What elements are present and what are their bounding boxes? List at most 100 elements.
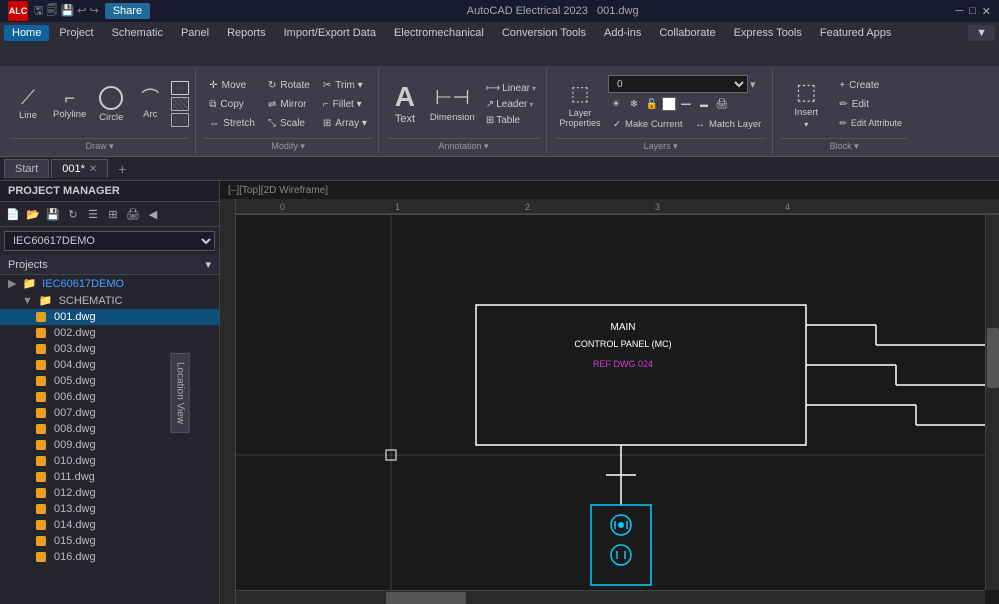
menu-item-featured[interactable]: Featured Apps bbox=[812, 25, 900, 41]
rotate-button[interactable]: ↻ Rotate bbox=[263, 76, 315, 94]
menu-item-project[interactable]: Project bbox=[51, 25, 101, 41]
dimension-icon: ⊢⊣ bbox=[435, 85, 470, 110]
menu-item-express[interactable]: Express Tools bbox=[726, 25, 810, 41]
fillet-button[interactable]: ⌐ Fillet ▾ bbox=[318, 95, 372, 113]
edit-icon: ✏ bbox=[839, 99, 847, 110]
project-manager-title: PROJECT MANAGER bbox=[0, 181, 219, 202]
layer-color-icon[interactable] bbox=[662, 97, 676, 111]
menu-item-collaborate[interactable]: Collaborate bbox=[651, 25, 723, 41]
tree-item-SCHEMATIC[interactable]: ▼📁SCHEMATIC bbox=[0, 292, 219, 309]
edit-attribute-button[interactable]: ✏ Edit Attribute bbox=[834, 114, 907, 132]
menu-item-import-export[interactable]: Import/Export Data bbox=[276, 25, 384, 41]
location-view-tab[interactable]: Location View bbox=[170, 352, 189, 432]
menu-item-electromechanical[interactable]: Electromechanical bbox=[386, 25, 492, 41]
layer-dropdown-arrow[interactable]: ▾ bbox=[750, 78, 756, 91]
dimension-button[interactable]: ⊢⊣ Dimension bbox=[426, 76, 479, 132]
tree-item-014dwg[interactable]: 014.dwg bbox=[0, 517, 219, 533]
trim-button[interactable]: ✂ Trim ▾ bbox=[318, 76, 372, 94]
window-title: AutoCAD Electrical 2023 001.dwg bbox=[467, 5, 639, 17]
make-current-button[interactable]: ✓ Make Current bbox=[608, 115, 688, 133]
menu-item-home[interactable]: Home bbox=[4, 25, 49, 41]
vertical-scrollbar[interactable] bbox=[985, 215, 999, 590]
line-button[interactable]: ⟋ Line bbox=[10, 76, 46, 132]
insert-button[interactable]: ⬚ Insert ▾ bbox=[781, 76, 831, 132]
vertical-ruler bbox=[220, 199, 236, 604]
menu-item-addins[interactable]: Add-ins bbox=[596, 25, 649, 41]
copy-button[interactable]: ⧉ Copy bbox=[204, 95, 260, 113]
tree-item-013dwg[interactable]: 013.dwg bbox=[0, 501, 219, 517]
open-project-button[interactable]: 📂 bbox=[24, 205, 42, 223]
svg-text:3: 3 bbox=[655, 202, 660, 212]
properties-button[interactable]: ⊞ bbox=[104, 205, 122, 223]
tab-close-001[interactable]: ✕ bbox=[89, 164, 97, 175]
text-icon: A bbox=[395, 83, 415, 111]
drawing-canvas[interactable]: MAIN CONTROL PANEL (MC) REF DWG 024 bbox=[236, 215, 999, 604]
new-project-button[interactable]: 📄 bbox=[4, 205, 22, 223]
ribbon: ⟋ Line ⌐ Polyline Circle ⌒ Arc bbox=[0, 44, 999, 157]
file-tree: ▶📁IEC60617DEMO▼📁SCHEMATIC001.dwg002.dwg 0… bbox=[0, 275, 219, 604]
circle-icon bbox=[99, 86, 123, 110]
layer-properties-button[interactable]: ⬚ LayerProperties bbox=[555, 76, 605, 132]
scale-button[interactable]: ⤡ Scale bbox=[263, 114, 315, 132]
stretch-button[interactable]: ⇔ Stretch bbox=[204, 114, 260, 132]
move-button[interactable]: ✛ Move bbox=[204, 76, 260, 94]
tree-item-002dwg[interactable]: 002.dwg bbox=[0, 325, 219, 341]
tab-start[interactable]: Start bbox=[4, 159, 49, 178]
menu-item-panel[interactable]: Panel bbox=[173, 25, 217, 41]
share-button[interactable]: Share bbox=[105, 3, 150, 19]
linear-dropdown[interactable]: ⟼ Linear ▾ bbox=[482, 81, 540, 96]
layer-selector[interactable]: 0 bbox=[608, 75, 748, 93]
gradient-button[interactable] bbox=[171, 113, 189, 127]
arc-button[interactable]: ⌒ Arc bbox=[132, 76, 168, 132]
tree-item-IEC60617DEMO[interactable]: ▶📁IEC60617DEMO bbox=[0, 275, 219, 292]
tab-001[interactable]: 001* ✕ bbox=[51, 159, 108, 178]
tree-item-001dwg[interactable]: 001.dwg bbox=[0, 309, 219, 325]
menu-item-schematic[interactable]: Schematic bbox=[104, 25, 171, 41]
menu-item-reports[interactable]: Reports bbox=[219, 25, 274, 41]
refresh-button[interactable]: ↻ bbox=[64, 205, 82, 223]
maximize-button[interactable]: □ bbox=[969, 5, 976, 18]
layer-sun-icon[interactable]: ☀ bbox=[608, 96, 624, 112]
workspace-selector[interactable]: ▼ bbox=[968, 25, 995, 41]
ribbon-group-modify: ✛ Move ⧉ Copy ⇔ Stretch ↻ Rotate ⇌ Mirro… bbox=[198, 68, 379, 154]
tree-item-010dwg[interactable]: 010.dwg bbox=[0, 453, 219, 469]
title-bar: ALC 🖫 🗐 💾 ↩ ↪ Share AutoCAD Electrical 2… bbox=[0, 0, 999, 22]
hatch-button[interactable] bbox=[171, 97, 189, 111]
array-icon: ⊞ bbox=[323, 118, 331, 129]
save-project-button[interactable]: 💾 bbox=[44, 205, 62, 223]
tree-item-009dwg[interactable]: 009.dwg bbox=[0, 437, 219, 453]
stretch-icon: ⇔ bbox=[209, 118, 219, 129]
polyline-button[interactable]: ⌐ Polyline bbox=[49, 76, 90, 132]
tree-item-011dwg[interactable]: 011.dwg bbox=[0, 469, 219, 485]
tree-item-015dwg[interactable]: 015.dwg bbox=[0, 533, 219, 549]
create-block-button[interactable]: + Create bbox=[834, 76, 907, 94]
edit-block-button[interactable]: ✏ Edit bbox=[834, 95, 907, 113]
tree-item-012dwg[interactable]: 012.dwg bbox=[0, 485, 219, 501]
drawing-list-button[interactable]: ☰ bbox=[84, 205, 102, 223]
minimize-button[interactable]: ─ bbox=[955, 5, 963, 18]
layer-print-icon[interactable]: 🖨 bbox=[714, 96, 730, 112]
add-tab-button[interactable]: + bbox=[110, 158, 134, 180]
tree-item-016dwg[interactable]: 016.dwg bbox=[0, 549, 219, 565]
modify-label: Modify ▾ bbox=[204, 138, 372, 152]
rectangle-button[interactable] bbox=[171, 81, 189, 95]
print-button[interactable]: 🖨 bbox=[124, 205, 142, 223]
projects-arrow[interactable]: ▾ bbox=[205, 258, 211, 271]
layer-lineweight-icon[interactable]: ▬ bbox=[696, 96, 712, 112]
menu-item-conversion[interactable]: Conversion Tools bbox=[494, 25, 594, 41]
layer-linetype-icon[interactable]: ━━ bbox=[678, 96, 694, 112]
leader-dropdown[interactable]: ↗ Leader ▾ bbox=[482, 97, 540, 112]
project-dropdown[interactable]: IEC60617DEMO bbox=[4, 231, 215, 251]
layer-freeze-icon[interactable]: ❄ bbox=[626, 96, 642, 112]
close-button[interactable]: ✕ bbox=[982, 5, 991, 18]
layer-lock-icon[interactable]: 🔓 bbox=[644, 96, 660, 112]
mirror-button[interactable]: ⇌ Mirror bbox=[263, 95, 315, 113]
circle-button[interactable]: Circle bbox=[93, 76, 129, 132]
horizontal-scrollbar[interactable] bbox=[236, 590, 985, 604]
svg-text:1: 1 bbox=[395, 202, 400, 212]
more-button[interactable]: ◀ bbox=[144, 205, 162, 223]
match-layer-button[interactable]: ↔ Match Layer bbox=[691, 115, 767, 133]
table-dropdown[interactable]: ⊞ Table bbox=[482, 113, 540, 128]
text-button[interactable]: A Text bbox=[387, 76, 423, 132]
array-button[interactable]: ⊞ Array ▾ bbox=[318, 114, 372, 132]
